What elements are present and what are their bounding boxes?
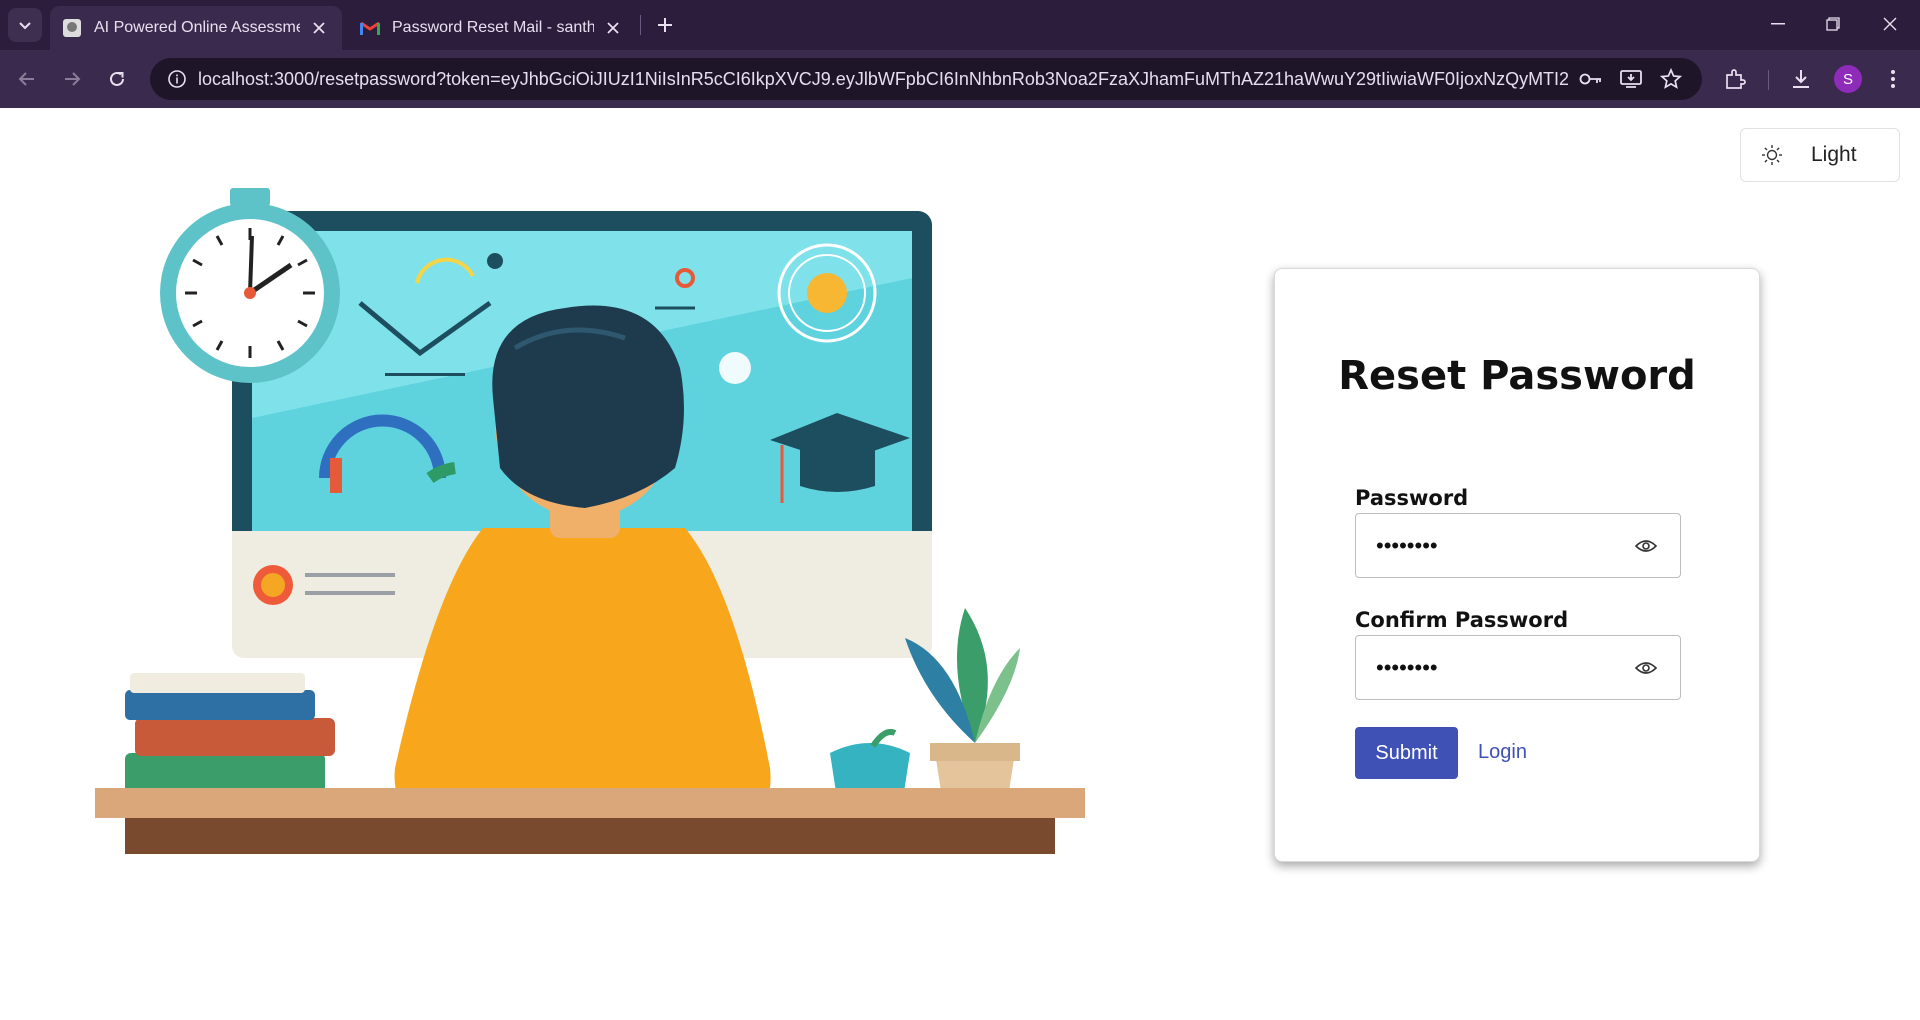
downloads-button[interactable]	[1784, 62, 1818, 96]
tab-ai-assessment[interactable]: AI Powered Online Assessment	[50, 6, 342, 50]
page-title: Reset Password	[1338, 353, 1696, 399]
back-button[interactable]	[10, 62, 44, 96]
confirm-password-label: Confirm Password	[1355, 608, 1569, 632]
site-info-icon[interactable]	[156, 58, 198, 100]
install-app-icon[interactable]	[1614, 62, 1648, 96]
confirm-password-input[interactable]: ••••••••	[1355, 635, 1681, 700]
tab-title: Password Reset Mail - santhosh	[392, 19, 594, 36]
login-link[interactable]: Login	[1478, 741, 1527, 764]
extensions-button[interactable]	[1718, 62, 1752, 96]
confirm-password-value[interactable]: ••••••••	[1376, 655, 1630, 681]
forward-button[interactable]	[55, 62, 89, 96]
close-window-button[interactable]	[1872, 8, 1908, 40]
student-computer-illustration	[95, 188, 1085, 854]
chevron-down-icon	[19, 22, 31, 30]
eye-icon[interactable]	[1630, 530, 1662, 562]
gmail-icon	[360, 18, 380, 38]
close-icon	[1883, 17, 1897, 31]
bookmark-star-icon[interactable]	[1654, 62, 1688, 96]
eye-icon[interactable]	[1630, 652, 1662, 684]
page-content: Light Reset Password Password •••••••• C…	[0, 108, 1920, 1020]
password-label: Password	[1355, 486, 1469, 510]
reload-icon	[110, 71, 124, 86]
password-value[interactable]: ••••••••	[1376, 533, 1630, 559]
tab-password-reset-mail[interactable]: Password Reset Mail - santhosh	[348, 6, 636, 50]
kebab-menu-icon	[1891, 70, 1895, 88]
tab-title: AI Powered Online Assessment	[94, 19, 300, 36]
download-icon	[1793, 70, 1809, 88]
url-text[interactable]: localhost:3000/resetpassword?token=eyJhb…	[198, 69, 1568, 90]
puzzle-icon	[1726, 69, 1746, 89]
submit-button[interactable]: Submit	[1355, 727, 1458, 779]
password-input[interactable]: ••••••••	[1355, 513, 1681, 578]
tab-search-button[interactable]	[8, 8, 42, 42]
sun-icon	[1762, 145, 1782, 165]
minimize-icon	[1771, 23, 1785, 25]
theme-toggle-label: Light	[1811, 143, 1857, 166]
toolbar-divider	[1768, 70, 1769, 90]
arrow-left-icon	[18, 72, 34, 86]
tab-divider	[640, 15, 641, 35]
arrow-right-icon	[65, 72, 81, 86]
app-favicon-icon	[62, 18, 82, 38]
reload-button[interactable]	[100, 62, 134, 96]
address-bar[interactable]: localhost:3000/resetpassword?token=eyJhb…	[150, 58, 1702, 100]
browser-tabstrip: AI Powered Online Assessment Password Re…	[0, 0, 1920, 50]
profile-avatar[interactable]: S	[1834, 65, 1862, 93]
minimize-button[interactable]	[1760, 8, 1796, 40]
close-icon[interactable]	[602, 17, 624, 39]
password-key-icon[interactable]	[1574, 62, 1608, 96]
restore-icon	[1826, 17, 1840, 31]
close-icon[interactable]	[308, 17, 330, 39]
restore-button[interactable]	[1815, 8, 1851, 40]
browser-menu-button[interactable]	[1876, 62, 1910, 96]
browser-toolbar: localhost:3000/resetpassword?token=eyJhb…	[0, 50, 1920, 108]
theme-toggle-button[interactable]: Light	[1740, 128, 1900, 182]
new-tab-button[interactable]	[650, 10, 680, 40]
reset-password-card: Reset Password Password •••••••• Confirm…	[1274, 268, 1760, 862]
plus-icon	[658, 18, 672, 32]
